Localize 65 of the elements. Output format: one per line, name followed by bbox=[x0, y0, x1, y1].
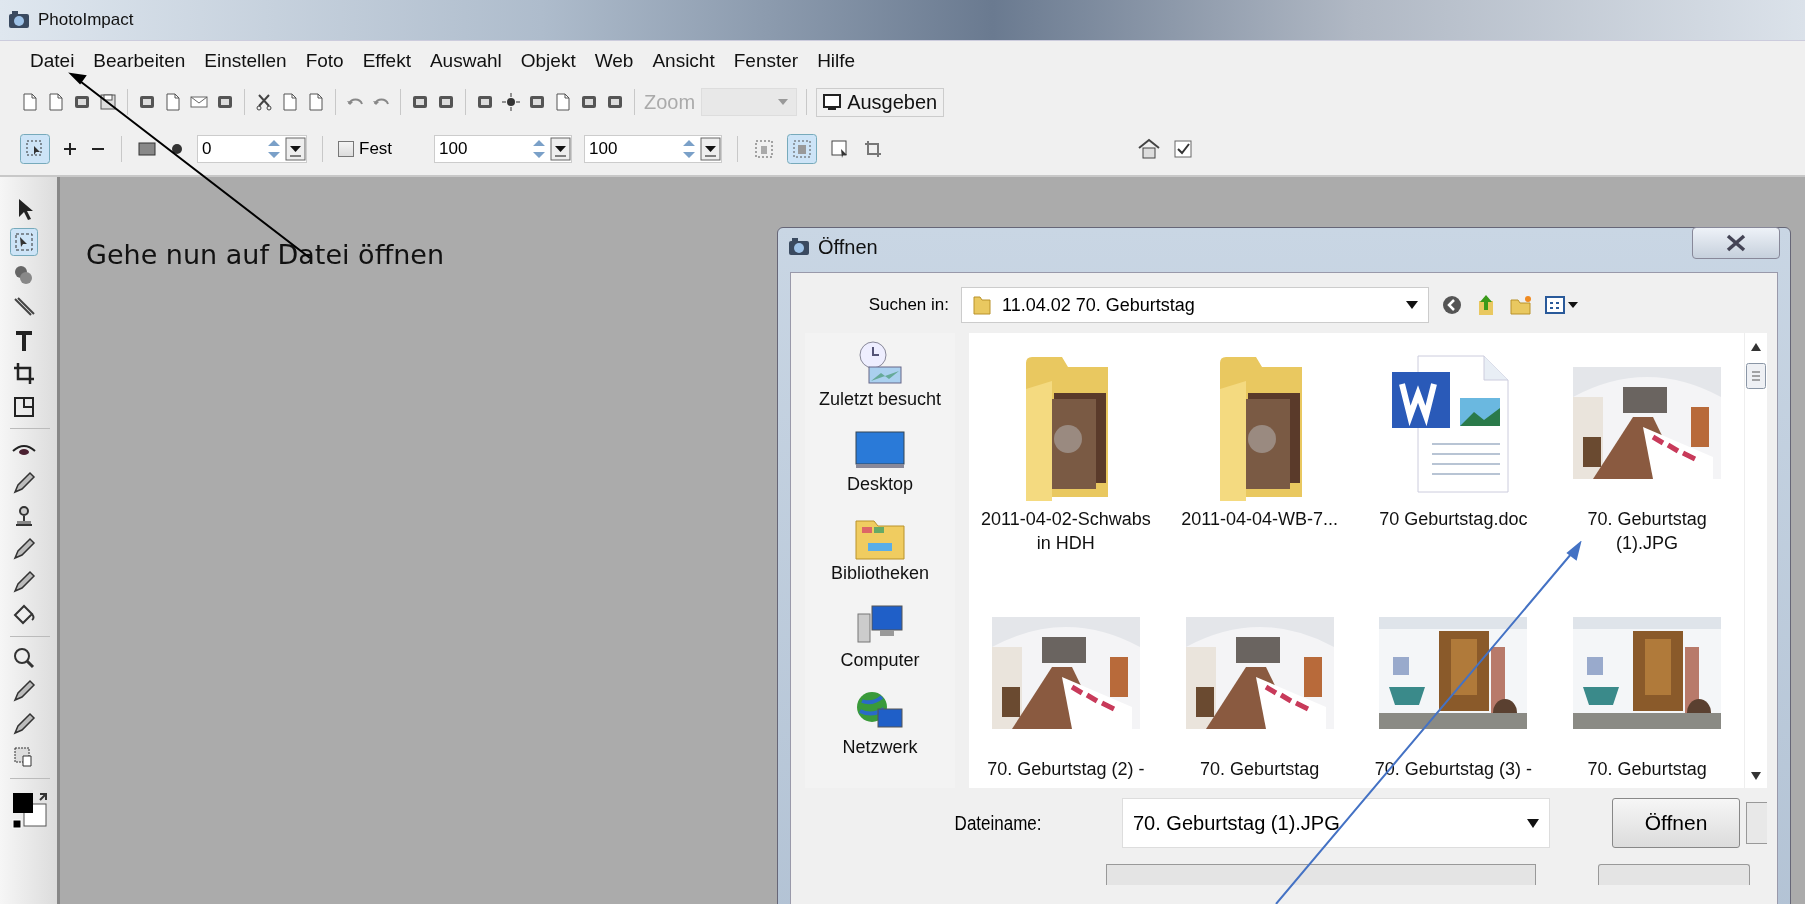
output-button[interactable]: Ausgeben bbox=[816, 87, 945, 117]
checkbox-label: Fest bbox=[359, 139, 393, 159]
scrollbar[interactable] bbox=[1744, 333, 1767, 788]
open-document-icon[interactable] bbox=[46, 92, 66, 112]
place-item[interactable]: Netzwerk bbox=[805, 689, 955, 758]
folder-icon bbox=[972, 294, 992, 316]
file-item[interactable]: 70. Geburtstag (2) - bbox=[969, 588, 1163, 788]
menu-item[interactable]: Bearbeiten bbox=[93, 50, 186, 72]
annotation-text: Gehe nun auf Datei öffnen bbox=[86, 239, 445, 270]
scroll-up-icon bbox=[1751, 343, 1761, 351]
selection-mode-icon[interactable] bbox=[20, 134, 50, 164]
place-item[interactable]: Zuletzt besucht bbox=[805, 339, 955, 410]
menu-item[interactable]: Foto bbox=[305, 50, 344, 72]
sun-icon[interactable] bbox=[501, 92, 521, 112]
plus-icon[interactable] bbox=[62, 141, 78, 157]
height-field[interactable]: 100 bbox=[584, 135, 723, 163]
scroll-down-icon bbox=[1751, 772, 1761, 780]
place-item[interactable]: Bibliotheken bbox=[805, 513, 955, 584]
caret-icon bbox=[1406, 301, 1418, 309]
look-in-dropdown[interactable]: 11.04.02 70. Geburtstag bbox=[961, 287, 1429, 323]
close-button[interactable] bbox=[1692, 227, 1780, 259]
open-button[interactable]: Öffnen bbox=[1612, 798, 1740, 848]
menu-item[interactable]: Fenster bbox=[733, 50, 799, 72]
dialog-title: Öffnen bbox=[818, 235, 878, 259]
look-in-label: Suchen in: bbox=[867, 295, 949, 315]
document-icon[interactable] bbox=[163, 92, 183, 112]
menu-item[interactable]: Auswahl bbox=[429, 50, 502, 72]
view-menu-icon[interactable] bbox=[1545, 295, 1579, 315]
window-title: PhotoImpact bbox=[38, 10, 134, 30]
menu-item[interactable]: Hilfe bbox=[817, 50, 856, 72]
file-item[interactable]: 70. Geburtstag (1).JPG bbox=[1550, 339, 1744, 563]
zoom-label: Zoom bbox=[644, 90, 696, 114]
scissors-icon[interactable] bbox=[254, 92, 274, 112]
dot-icon[interactable] bbox=[169, 141, 185, 157]
checkbox[interactable] bbox=[338, 141, 354, 157]
back-icon[interactable] bbox=[1441, 294, 1463, 316]
filename-field[interactable]: 70. Geburtstag (1).JPG bbox=[1122, 798, 1550, 848]
selection-icon[interactable] bbox=[10, 228, 38, 256]
scroll-thumb-icon bbox=[1746, 363, 1766, 389]
width-field[interactable]: 100 bbox=[434, 135, 573, 163]
caret-icon bbox=[778, 99, 789, 105]
file-item[interactable]: 2011-04-02-Schwabs in HDH bbox=[969, 339, 1163, 563]
checkmark-icon[interactable] bbox=[1173, 139, 1193, 159]
file-item[interactable]: 70 Geburtstag.doc bbox=[1356, 339, 1551, 563]
paste-icon[interactable] bbox=[306, 92, 326, 112]
soft-edge-field[interactable]: 0 bbox=[197, 135, 307, 163]
home-icon[interactable] bbox=[1137, 138, 1161, 160]
menu-item[interactable]: Ansicht bbox=[652, 50, 715, 72]
close-icon bbox=[1725, 234, 1747, 252]
file-item[interactable]: 2011-04-04-WB-7... bbox=[1162, 339, 1357, 563]
menu-item[interactable]: Effekt bbox=[362, 50, 411, 72]
menu-item[interactable]: Einstellen bbox=[204, 50, 287, 72]
place-item[interactable]: Computer bbox=[805, 602, 955, 671]
filename-label: Dateiname: bbox=[953, 811, 1043, 835]
caret-icon bbox=[1527, 818, 1539, 828]
place-item[interactable]: Desktop bbox=[805, 428, 955, 495]
menu-item[interactable]: Objekt bbox=[520, 50, 576, 72]
square-icon[interactable] bbox=[137, 140, 157, 158]
file-item[interactable]: 70. Geburtstag bbox=[1162, 588, 1357, 788]
menu-item[interactable]: Datei bbox=[30, 50, 75, 72]
copy-icon[interactable] bbox=[280, 92, 300, 112]
new-document-icon[interactable] bbox=[20, 92, 40, 112]
file-type-field[interactable] bbox=[1106, 864, 1536, 885]
menu-item[interactable]: Web bbox=[594, 50, 634, 72]
file-item[interactable]: 70. Geburtstag bbox=[1550, 588, 1744, 788]
